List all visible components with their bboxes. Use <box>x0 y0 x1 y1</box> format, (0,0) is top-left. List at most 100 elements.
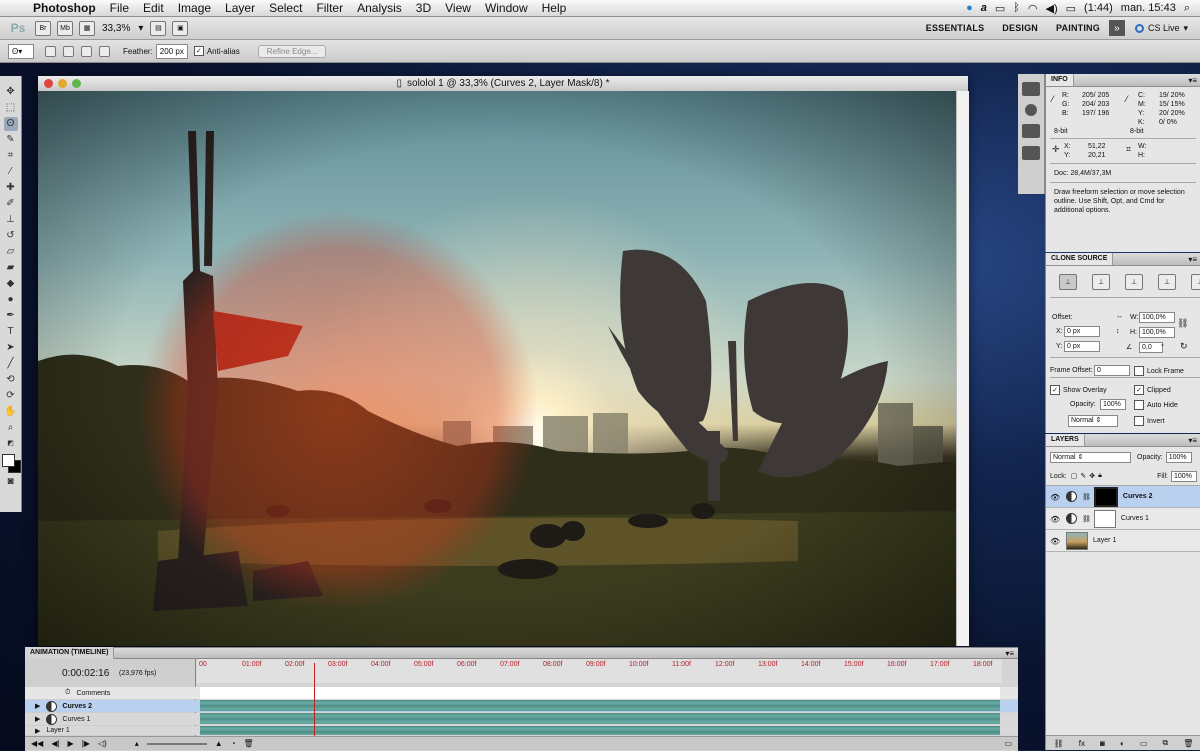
zoom-window-icon[interactable] <box>72 79 81 88</box>
menu-window[interactable]: Window <box>478 1 535 15</box>
overlay-opacity-input[interactable]: 100% <box>1100 399 1126 410</box>
new-group-icon[interactable]: ▭ <box>1140 739 1148 748</box>
history-brush-tool-icon[interactable]: ↺ <box>4 229 18 243</box>
document-vertical-scrollbar[interactable] <box>956 91 969 646</box>
visibility-eye-icon[interactable]: 👁︎ <box>1050 515 1060 524</box>
clone-source-1-icon[interactable]: ⊥ <box>1059 274 1077 290</box>
new-adjustment-icon[interactable]: ◐ <box>1120 739 1125 748</box>
zoom-tool-icon[interactable]: ⌕ <box>4 421 18 435</box>
menu-view[interactable]: View <box>438 1 478 15</box>
reset-transform-icon[interactable]: ↻ <box>1180 342 1188 351</box>
pen-tool-icon[interactable]: ✒ <box>4 309 18 323</box>
zoom-level[interactable]: 33,3% <box>102 23 130 34</box>
comments-track-area[interactable] <box>200 687 1000 699</box>
link-layers-icon[interactable]: ⛓ <box>1054 739 1064 748</box>
layer-row-layer-1[interactable]: 👁︎ Layer 1 <box>1046 530 1200 552</box>
layer-row-curves-1[interactable]: 👁︎ ⛓ Curves 1 <box>1046 508 1200 530</box>
clone-panel-menu-icon[interactable]: ▾≡ <box>1188 255 1200 264</box>
link-scale-icon[interactable]: ⛓ <box>1177 319 1188 328</box>
alfred-icon[interactable]: a <box>981 2 987 14</box>
add-selection-icon[interactable] <box>63 45 74 57</box>
view-extras-icon[interactable]: ▦ <box>79 20 95 36</box>
timeline-track-row[interactable]: ▶ Curves 1 <box>25 713 1018 725</box>
spot-healing-tool-icon[interactable]: ✚ <box>4 181 18 195</box>
clone-stamp-tool-icon[interactable]: ⊥ <box>4 213 18 227</box>
gradient-tool-icon[interactable]: ▰ <box>4 261 18 275</box>
expand-track-icon[interactable]: ▶ <box>35 715 40 723</box>
close-window-icon[interactable] <box>44 79 53 88</box>
canvas-photo[interactable] <box>38 91 956 646</box>
fill-input[interactable]: 100% <box>1171 470 1197 482</box>
layer-row-curves-2[interactable]: 👁︎ ⛓ Curves 2 <box>1046 486 1200 508</box>
expand-track-icon[interactable]: ▶ <box>35 702 40 710</box>
crop-tool-icon[interactable]: ⌗ <box>4 149 18 163</box>
offset-x-input[interactable]: 0 px <box>1064 326 1100 337</box>
history-panel-icon[interactable] <box>1022 82 1040 96</box>
timeline-zoom-slider[interactable] <box>146 742 207 745</box>
menu-filter[interactable]: Filter <box>309 1 350 15</box>
dodge-tool-icon[interactable]: ● <box>4 293 18 307</box>
clone-source-3-icon[interactable]: ⊥ <box>1125 274 1143 290</box>
display-icon[interactable]: ▭ <box>995 2 1005 15</box>
layer-name[interactable]: Curves 1 <box>1121 515 1149 522</box>
battery-icon[interactable]: ▭ <box>1066 2 1076 15</box>
lock-frame-checkbox[interactable] <box>1134 366 1144 376</box>
zoom-out-timeline-icon[interactable]: ▴ <box>135 739 139 748</box>
lasso-tool-icon[interactable]: ʘ <box>3 117 18 131</box>
track-duration-bar[interactable] <box>200 700 1000 711</box>
angle-input[interactable]: 0,0 <box>1139 342 1163 353</box>
info-panel-tab[interactable]: INFO <box>1046 74 1074 86</box>
menu-image[interactable]: Image <box>171 1 218 15</box>
foreground-color-swatch[interactable] <box>1 454 15 467</box>
mask-link-icon[interactable]: ⛓ <box>1082 515 1091 523</box>
skype-icon[interactable]: ● <box>966 2 973 14</box>
move-tool-icon[interactable]: ✥ <box>4 85 18 99</box>
expand-track-icon[interactable]: ▶ <box>35 727 40 735</box>
timeline-track-row[interactable]: ▶ Layer 1 <box>25 726 1018 735</box>
visibility-eye-icon[interactable]: 👁︎ <box>1050 537 1060 546</box>
scale-h-input[interactable]: 100,0% <box>1139 327 1175 338</box>
feather-input[interactable]: 200 px <box>155 43 188 59</box>
workspace-essentials[interactable]: ESSENTIALS <box>917 23 994 33</box>
convert-to-frames-icon[interactable]: ▭ <box>1004 739 1012 748</box>
zoom-in-timeline-icon[interactable]: ▲ <box>215 739 223 748</box>
layer-blend-mode-select[interactable]: Normal ⇕ <box>1050 451 1131 463</box>
layer-thumbnail[interactable] <box>1066 531 1088 550</box>
clone-source-5-icon[interactable]: ⊥ <box>1191 274 1200 290</box>
menu-select[interactable]: Select <box>262 1 309 15</box>
refine-edge-button[interactable]: Refine Edge... <box>257 44 327 58</box>
scale-w-input[interactable]: 100,0% <box>1139 312 1175 323</box>
panel-menu-icon[interactable]: ▾≡ <box>1188 76 1200 85</box>
mask-link-icon[interactable]: ⛓ <box>1082 493 1091 501</box>
marquee-tool-icon[interactable]: ⬚ <box>4 101 18 115</box>
zoom-dropdown-icon[interactable]: ▾ <box>138 23 143 34</box>
audio-icon[interactable]: ◁) <box>98 739 107 748</box>
clone-source-4-icon[interactable]: ⊥ <box>1158 274 1176 290</box>
layer-name[interactable]: Curves 2 <box>1123 493 1153 500</box>
offset-y-input[interactable]: 0 px <box>1064 341 1100 352</box>
lasso-preset-picker[interactable]: ʘ▾ <box>8 43 34 59</box>
arrange-documents-icon[interactable]: ▤ <box>150 20 167 36</box>
3d-orbit-tool-icon[interactable]: ⟳ <box>4 389 18 403</box>
lock-position-icon[interactable]: ✥ <box>1089 472 1095 480</box>
color-swatches[interactable] <box>1 454 21 473</box>
invert-checkbox[interactable] <box>1134 416 1144 426</box>
layer-name[interactable]: Layer 1 <box>1093 537 1116 544</box>
hand-tool-icon[interactable]: ✋ <box>4 405 18 419</box>
current-timecode[interactable]: 0:00:02:16 <box>62 668 109 679</box>
add-mask-icon[interactable]: ◙ <box>1100 739 1105 748</box>
menubar-clock[interactable]: man. 15:43 <box>1121 2 1176 14</box>
timeline-track-row[interactable]: ▶ Curves 2 <box>25 700 1018 712</box>
shape-tool-icon[interactable]: ╱ <box>4 357 18 371</box>
menu-file[interactable]: File <box>103 1 136 15</box>
anti-alias-checkbox[interactable]: ✓ <box>193 46 204 56</box>
eyedropper-tool-icon[interactable]: ⁄ <box>4 165 18 179</box>
layers-panel-menu-icon[interactable]: ▾≡ <box>1188 436 1200 445</box>
overlay-blend-mode-select[interactable]: Normal ⇕ <box>1068 415 1118 427</box>
track-duration-bar[interactable] <box>200 726 1000 735</box>
lock-transparent-icon[interactable]: ▢ <box>1071 472 1078 480</box>
track-duration-bar[interactable] <box>200 713 1000 724</box>
brush-tool-icon[interactable]: ✐ <box>4 197 18 211</box>
screen-mode-icon[interactable]: ▣ <box>172 20 189 36</box>
workspace-design[interactable]: DESIGN <box>993 23 1047 33</box>
